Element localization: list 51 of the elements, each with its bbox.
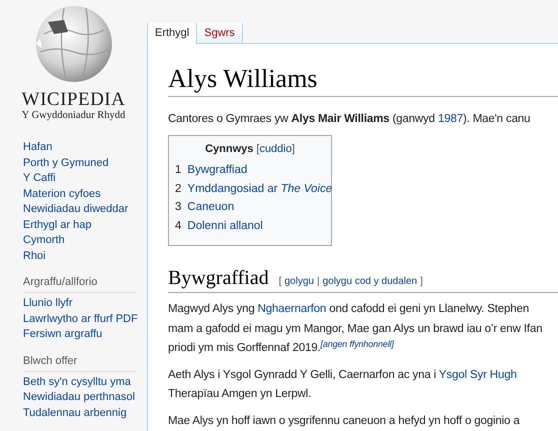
edit-bracket: [ (278, 275, 282, 289)
tagline: Y Gwyddoniadur Rhydd (22, 110, 126, 122)
sidebar-heading: Blwch offer (23, 354, 137, 372)
tab[interactable]: Erthygl (147, 23, 198, 44)
sidebar-link[interactable]: Tudalennau arbennig (23, 406, 127, 421)
toc-number: 2 (175, 182, 182, 196)
citation-needed-link[interactable]: [angen ffynhonnell] (320, 338, 394, 348)
paragraph-line: Mae Alys yn hoff iawn o ysgrifennu caneuon a hefyd yn hoff o goginio a (168, 414, 521, 428)
edit-separator: | (316, 275, 320, 289)
sidebar-link[interactable]: Newidiadau diweddar (23, 202, 128, 218)
intro-paragraph: Cantores o Gymraes yw Alys Mair Williams (ganwyd 1987). Mae'n canu (168, 112, 532, 127)
sidebar-link[interactable]: Porth y Gymuned (23, 156, 109, 171)
tab[interactable]: Sgwrs (197, 23, 243, 44)
toc-bracket: [ (256, 142, 260, 156)
section-heading: Bywgraffiad (168, 266, 269, 290)
article-link[interactable]: Nghaernarfon (258, 303, 326, 315)
page-title: Alys Williams (168, 64, 558, 97)
sidebar-link[interactable]: Lawrlwytho ar ffurf PDF (23, 312, 138, 327)
article-link[interactable]: 1987 (438, 113, 463, 125)
globe-logo-icon (34, 4, 114, 84)
edit-link[interactable]: golygu (284, 274, 314, 289)
sidebar-link[interactable]: Hafan (23, 140, 52, 156)
hide-toc-link[interactable]: cuddio (259, 142, 292, 156)
toc-link[interactable]: Bywgraffiad (187, 161, 248, 180)
sidebar-link[interactable]: Materion cyfoes (23, 186, 101, 202)
paragraph-line: Therapïau Amgen yn Lerpwl. (168, 387, 312, 402)
edit-bracket: ] (420, 275, 423, 289)
paragraph-line: Magwyd Alys yng Nghaernarfon ond cafodd ei geni yn Llanelwy. Stephen (168, 302, 530, 317)
article-link[interactable]: Ysgol Syr Hugh (438, 368, 517, 380)
toc-title: Cynnwys (205, 142, 254, 156)
toc-link[interactable]: Dolenni allanol (187, 216, 263, 235)
wordmark[interactable]: WICIPEDIA (22, 90, 126, 110)
sidebar-link[interactable]: Cymorth (23, 233, 65, 248)
sidebar-link[interactable]: Rhoi (23, 248, 46, 264)
sidebar-link[interactable]: Beth sy'n cysylltu yma (23, 374, 131, 390)
paragraph-line: priodi ym mis Gorffennaf 2019.$^{[angen ffynhonnell]}$ (168, 339, 395, 356)
toc-bracket: ] (292, 142, 295, 156)
toc-number: 4 (175, 218, 182, 234)
sidebar-link[interactable]: Llunio llyfr (23, 296, 73, 312)
toc-number: 1 (175, 163, 182, 178)
sidebar-link[interactable]: Y Caffi (23, 171, 56, 186)
sidebar-heading: Argraffu/allforio (23, 275, 137, 293)
toc-link[interactable]: Caneuon (187, 198, 234, 216)
sidebar-link[interactable]: Erthygl ar hap (23, 218, 92, 233)
edit-source-link[interactable]: golygu cod y dudalen (322, 274, 418, 289)
sidebar-link[interactable]: Fersiwn argraffu (23, 327, 102, 342)
toc-number: 3 (175, 200, 182, 215)
toc-link[interactable]: Ymddangosiad ar The Voice (187, 180, 332, 198)
paragraph-line: mam a gafodd ei magu ym Mangor, Mae gan Alys un brawd iau o’r enw Ifan (168, 322, 544, 336)
paragraph-line: Aeth Alys i Ysgol Gynradd Y Gelli, Caernarfon ac yna i Ysgol Syr Hugh (168, 368, 518, 382)
sidebar-link[interactable]: Newidiadau perthnasol (23, 390, 135, 406)
